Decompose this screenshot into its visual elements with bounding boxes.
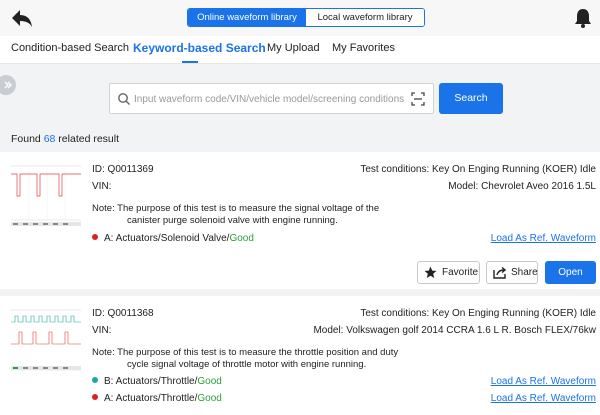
bell-icon <box>575 9 591 28</box>
search-mode-tabs: Condition-based Search Keyword-based Sea… <box>0 36 600 64</box>
search-area: Search <box>0 65 600 126</box>
share-icon <box>493 266 506 279</box>
back-arrow-icon <box>12 10 32 27</box>
search-box <box>109 83 434 114</box>
channel-b-status: Good <box>197 376 222 387</box>
waveform-id: ID: Q0011368 <box>92 308 154 319</box>
share-button[interactable]: Share <box>486 261 538 284</box>
search-icon <box>118 93 131 106</box>
share-label: Share <box>511 267 538 278</box>
note-line-2: cycle signal voltage of throttle motor w… <box>127 359 367 370</box>
vin-label: VIN: <box>92 181 112 192</box>
channel-b: B: Actuators/Throttle/Good <box>92 376 222 387</box>
channel-a: A: Actuators/Solenoid Valve/Good <box>92 233 254 244</box>
results-suffix: related result <box>55 133 120 145</box>
segment-online-library[interactable]: Online waveform library <box>188 9 306 26</box>
top-bar: Online waveform library Local waveform l… <box>0 0 600 36</box>
waveform-note: Note: The purpose of this test is to mea… <box>92 347 398 371</box>
search-button[interactable]: Search <box>439 83 503 114</box>
segment-local-library[interactable]: Local waveform library <box>306 9 424 26</box>
waveform-id: ID: Q0011369 <box>92 164 154 175</box>
load-ref-waveform-link[interactable]: Load As Ref. Waveform <box>491 233 596 244</box>
channel-a-path: A: Actuators/Solenoid Valve/ <box>104 233 230 244</box>
waveform-thumbnail <box>9 304 83 376</box>
channel-a-path: A: Actuators/Throttle/ <box>104 393 198 404</box>
favorite-button[interactable]: Favorite <box>417 261 480 284</box>
note-line-1: Note: The purpose of this test is to mea… <box>92 203 380 214</box>
load-ref-waveform-link[interactable]: Load As Ref. Waveform <box>491 393 596 404</box>
test-conditions: Test conditions: Key On Enging Running (… <box>360 164 596 175</box>
favorite-label: Favorite <box>442 267 479 278</box>
channel-a-status: Good <box>229 233 254 244</box>
note-line-1: Note: The purpose of this test is to mea… <box>92 347 399 358</box>
load-ref-waveform-link[interactable]: Load As Ref. Waveform <box>491 376 596 387</box>
channel-a-status: Good <box>197 393 222 404</box>
channel-b-path: B: Actuators/Throttle/ <box>104 376 198 387</box>
results-prefix: Found <box>11 133 44 145</box>
channel-b-dot <box>92 377 98 383</box>
channel-a: A: Actuators/Throttle/Good <box>92 393 222 404</box>
library-switch: Online waveform library Local waveform l… <box>187 8 425 27</box>
scan-icon[interactable] <box>411 92 425 106</box>
channel-a-dot <box>92 394 98 400</box>
side-panel-toggle[interactable] <box>0 75 16 95</box>
tab-keyword-search[interactable]: Keyword-based Search <box>133 41 266 55</box>
tab-my-upload[interactable]: My Upload <box>267 42 320 54</box>
chevrons-icon <box>4 81 12 89</box>
note-line-2: canister purge solenoid valve with engin… <box>127 215 338 226</box>
tab-condition-search[interactable]: Condition-based Search <box>11 42 129 54</box>
vin-label: VIN: <box>92 325 112 336</box>
active-tab-indicator <box>182 61 198 63</box>
waveform-card[interactable]: ID: Q0011368 Test conditions: Key On Eng… <box>0 296 600 415</box>
channel-a-dot <box>92 234 98 240</box>
search-input[interactable] <box>134 90 409 108</box>
vehicle-model: Model: Volkswagen golf 2014 CCRA 1.6 L R… <box>313 325 596 336</box>
open-button[interactable]: Open <box>545 261 596 284</box>
vehicle-model: Model: Chevrolet Aveo 2016 1.5L <box>448 181 596 192</box>
back-button[interactable] <box>10 8 34 28</box>
waveform-card[interactable]: ID: Q0011369 Test conditions: Key On Eng… <box>0 152 600 289</box>
test-conditions: Test conditions: Key On Enging Running (… <box>360 308 596 319</box>
waveform-note: Note: The purpose of this test is to mea… <box>92 203 379 227</box>
tab-my-favorites[interactable]: My Favorites <box>332 42 395 54</box>
results-count: Found 68 related result <box>11 133 119 145</box>
notification-button[interactable] <box>574 8 592 28</box>
results-count-number: 68 <box>43 133 56 145</box>
waveform-thumbnail <box>9 160 83 232</box>
star-icon <box>424 266 437 278</box>
